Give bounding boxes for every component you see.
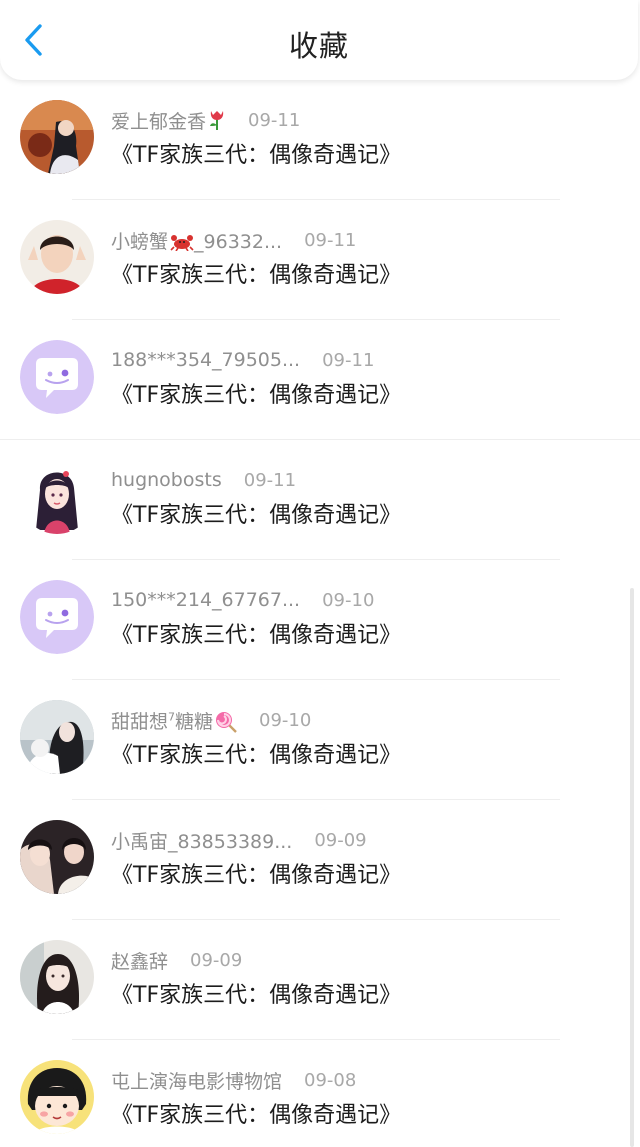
- item-meta: 小螃蟹 _96332... 09-11: [111, 226, 356, 254]
- item-meta: hugnobosts 09-11: [111, 466, 296, 494]
- book-title[interactable]: 《TF家族三代：偶像奇遇记》: [111, 740, 401, 772]
- username[interactable]: 屯上演海电影博物馆: [111, 1067, 282, 1094]
- user-avatar[interactable]: [20, 460, 94, 534]
- favorite-item[interactable]: 甜甜想7糖糖 09-10 《TF家族三代：偶像奇遇记》: [0, 680, 640, 800]
- username[interactable]: 爱上郁金香: [111, 107, 206, 134]
- favorite-date: 09-10: [259, 709, 312, 731]
- username[interactable]: hugnobosts: [111, 469, 222, 491]
- lollipop-icon: [216, 712, 237, 733]
- username[interactable]: 150***214_67767...: [111, 589, 300, 611]
- user-avatar[interactable]: [20, 100, 94, 174]
- item-meta: 赵鑫辞 09-09: [111, 946, 242, 974]
- book-title[interactable]: 《TF家族三代：偶像奇遇记》: [111, 380, 401, 412]
- item-meta: 小禹宙_83853389... 09-09: [111, 826, 367, 854]
- default-chat-avatar[interactable]: [20, 340, 94, 414]
- favorite-date: 09-11: [243, 469, 297, 491]
- user-avatar[interactable]: [20, 220, 94, 294]
- book-title[interactable]: 《TF家族三代：偶像奇遇记》: [111, 620, 401, 652]
- tulip-icon: [210, 111, 224, 130]
- favorite-date: 09-08: [304, 1069, 357, 1091]
- favorite-date: 09-11: [248, 109, 301, 131]
- top-nav-bar: 收藏: [0, 0, 638, 80]
- username[interactable]: 188***354_79505...: [111, 349, 300, 371]
- user-avatar[interactable]: [20, 820, 94, 894]
- favorite-item[interactable]: 爱上郁金香 09-11 《TF家族三代：偶像奇遇记》: [0, 80, 640, 200]
- favorite-item[interactable]: hugnobosts 09-11 《TF家族三代：偶像奇遇记》: [0, 440, 640, 560]
- favorite-item[interactable]: 赵鑫辞 09-09 《TF家族三代：偶像奇遇记》: [0, 920, 640, 1040]
- crab-icon: [170, 235, 194, 251]
- item-meta: 188***354_79505... 09-11: [111, 346, 374, 374]
- favorite-item[interactable]: 小螃蟹 _96332... 09-11 《TF家族三代：偶像奇遇记》: [0, 200, 640, 320]
- favorite-item[interactable]: 小禹宙_83853389... 09-09 《TF家族三代：偶像奇遇记》: [0, 800, 640, 920]
- favorite-date: 09-11: [304, 229, 357, 251]
- username[interactable]: 小螃蟹 _96332...: [111, 227, 282, 254]
- page-title: 收藏: [288, 29, 349, 63]
- favorites-list: 爱上郁金香 09-11 《TF家族三代：偶像奇遇记》 小螃蟹 _96332...…: [0, 80, 640, 1147]
- item-meta: 屯上演海电影博物馆 09-08: [111, 1066, 356, 1094]
- item-meta: 甜甜想7糖糖 09-10: [111, 706, 311, 734]
- book-title[interactable]: 《TF家族三代：偶像奇遇记》: [111, 980, 401, 1012]
- user-avatar[interactable]: [20, 940, 94, 1014]
- username[interactable]: 甜甜想7糖糖: [111, 707, 237, 734]
- favorite-date: 09-09: [314, 829, 367, 851]
- favorite-item[interactable]: 屯上演海电影博物馆 09-08 《TF家族三代：偶像奇遇记》: [0, 1040, 640, 1147]
- favorite-item[interactable]: 188***354_79505... 09-11 《TF家族三代：偶像奇遇记》: [0, 320, 640, 440]
- user-avatar[interactable]: [20, 1060, 94, 1134]
- username[interactable]: 赵鑫辞: [111, 947, 168, 974]
- favorite-date: 09-11: [322, 349, 375, 371]
- book-title[interactable]: 《TF家族三代：偶像奇遇记》: [111, 500, 401, 532]
- favorite-date: 09-09: [190, 949, 243, 971]
- book-title[interactable]: 《TF家族三代：偶像奇遇记》: [111, 140, 401, 172]
- scrollbar[interactable]: [630, 588, 634, 1147]
- user-avatar[interactable]: [20, 700, 94, 774]
- favorite-date: 09-10: [322, 589, 375, 611]
- book-title[interactable]: 《TF家族三代：偶像奇遇记》: [111, 1100, 401, 1132]
- book-title[interactable]: 《TF家族三代：偶像奇遇记》: [111, 260, 401, 292]
- item-meta: 150***214_67767... 09-10: [111, 586, 374, 614]
- favorite-item[interactable]: 150***214_67767... 09-10 《TF家族三代：偶像奇遇记》: [0, 560, 640, 680]
- default-chat-avatar[interactable]: [20, 580, 94, 654]
- favorites-page: 收藏 爱上郁金香 09-11 《TF家族三代：偶像奇遇记》 小螃蟹 _96332…: [0, 0, 640, 1147]
- item-meta: 爱上郁金香 09-11: [111, 106, 300, 134]
- book-title[interactable]: 《TF家族三代：偶像奇遇记》: [111, 860, 401, 892]
- username[interactable]: 小禹宙_83853389...: [111, 827, 292, 854]
